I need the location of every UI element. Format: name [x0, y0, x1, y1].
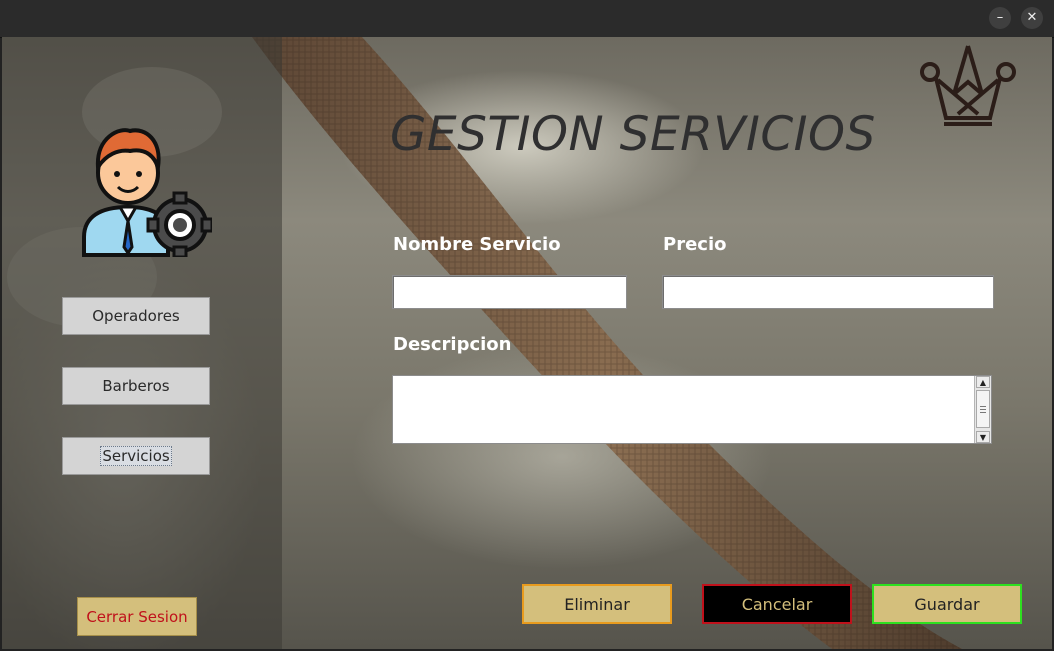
crown-scissors-logo [920, 45, 1016, 126]
nav-servicios-label: Servicios [100, 446, 172, 466]
nav-operadores-label: Operadores [92, 307, 180, 325]
main-content: Operadores Barberos Servicios Cerrar Ses… [2, 37, 1052, 649]
page-title: GESTION SERVICIOS [390, 107, 876, 162]
scroll-down-icon[interactable]: ▼ [976, 431, 990, 443]
eliminar-button[interactable]: Eliminar [522, 584, 672, 624]
close-button[interactable]: ✕ [1021, 7, 1043, 29]
nav-barberos-button[interactable]: Barberos [62, 367, 210, 405]
precio-input[interactable] [662, 275, 994, 309]
descripcion-textarea[interactable]: ▲ ▼ [392, 375, 992, 444]
guardar-button[interactable]: Guardar [872, 584, 1022, 624]
nav-barberos-label: Barberos [102, 377, 170, 395]
descripcion-label: Descripcion [393, 334, 512, 355]
minimize-button[interactable]: – [989, 7, 1011, 29]
app-window: – ✕ Operadores Barberos Servicios Cerrar… [0, 0, 1054, 651]
nav-operadores-button[interactable]: Operadores [62, 297, 210, 335]
user-gear-icon [82, 128, 212, 257]
logout-button[interactable]: Cerrar Sesion [77, 597, 197, 636]
scroll-thumb[interactable] [976, 390, 990, 428]
scroll-up-icon[interactable]: ▲ [976, 376, 990, 388]
nombre-servicio-input[interactable] [392, 275, 627, 309]
precio-label: Precio [663, 234, 727, 255]
sidebar: Operadores Barberos Servicios Cerrar Ses… [2, 37, 282, 649]
nav-servicios-button[interactable]: Servicios [62, 437, 210, 475]
descripcion-scrollbar[interactable]: ▲ ▼ [974, 376, 991, 443]
cancelar-button[interactable]: Cancelar [702, 584, 852, 624]
title-bar: – ✕ [0, 0, 1054, 38]
nombre-servicio-label: Nombre Servicio [393, 234, 561, 255]
